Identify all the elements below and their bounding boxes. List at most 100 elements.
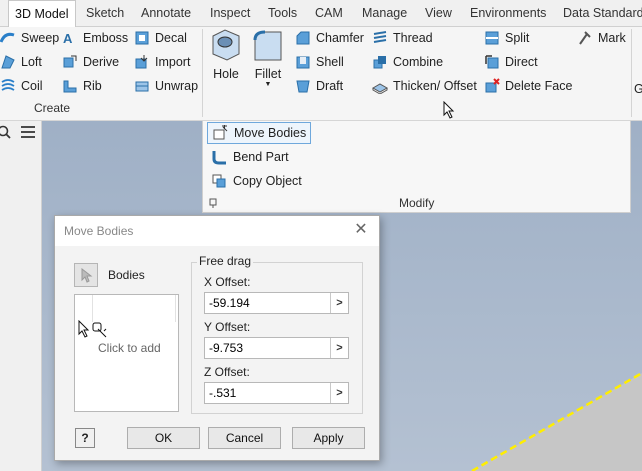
combine-button[interactable]: Combine: [372, 52, 443, 72]
tab-inspect[interactable]: Inspect: [210, 0, 250, 27]
sweep-button[interactable]: Sweep: [0, 28, 59, 48]
model-browser-strip: [0, 121, 42, 471]
derive-label: Derive: [83, 55, 120, 69]
fillet-dropdown-icon[interactable]: ▼: [251, 81, 285, 89]
chamfer-button[interactable]: Chamfer: [295, 28, 364, 48]
thread-icon: [373, 31, 387, 43]
split-button[interactable]: Split: [484, 28, 529, 48]
bend-part-item[interactable]: Bend Part: [207, 146, 293, 168]
coil-button[interactable]: Coil: [0, 76, 43, 96]
tab-tools[interactable]: Tools: [268, 0, 297, 27]
bodies-select-button[interactable]: [74, 263, 98, 287]
delete-face-button[interactable]: Delete Face: [484, 76, 572, 96]
y-offset-field[interactable]: >: [204, 337, 349, 359]
sweep-label: Sweep: [21, 31, 60, 45]
create-panel-title: Create: [34, 101, 71, 115]
bodies-label: Bodies: [108, 268, 145, 282]
decal-icon: [135, 31, 149, 45]
mouse-cursor-icon: [443, 101, 455, 119]
shell-icon: [296, 56, 310, 69]
fillet-icon: [253, 30, 282, 61]
bend-part-icon: [212, 151, 226, 165]
unwrap-label: Unwrap: [155, 79, 199, 93]
draft-button[interactable]: Draft: [295, 76, 343, 96]
tab-view[interactable]: View: [425, 0, 452, 27]
shell-label: Shell: [316, 55, 344, 69]
cancel-button[interactable]: Cancel: [208, 427, 281, 449]
ribbon-tab-bar: 3D Model Sketch Annotate Inspect Tools C…: [0, 0, 642, 28]
mark-button[interactable]: Mark: [577, 28, 626, 48]
shell-button[interactable]: Shell: [295, 52, 344, 72]
tab-cam[interactable]: CAM: [315, 0, 343, 27]
hole-icon: [212, 29, 240, 61]
x-offset-field[interactable]: >: [204, 292, 349, 314]
tab-annotate[interactable]: Annotate: [141, 0, 191, 27]
fillet-label: Fillet: [254, 67, 282, 81]
rib-icon: [63, 80, 77, 93]
search-icon[interactable]: [0, 125, 11, 139]
tab-3d-model[interactable]: 3D Model: [8, 0, 76, 28]
panel-divider-right: [631, 29, 632, 117]
dialog-title-bar[interactable]: Move Bodies ✕: [55, 216, 379, 246]
tab-environments[interactable]: Environments: [470, 0, 546, 27]
thicken-offset-label: Thicken/ Offset: [393, 79, 477, 93]
draft-label: Draft: [316, 79, 344, 93]
hole-button[interactable]: Hole: [207, 28, 245, 84]
derive-button[interactable]: Derive: [62, 52, 119, 72]
split-icon: [485, 31, 499, 45]
combine-label: Combine: [393, 55, 444, 69]
move-bodies-item[interactable]: Move Bodies: [207, 122, 312, 144]
y-offset-input[interactable]: [205, 338, 329, 358]
pin-icon[interactable]: [207, 197, 219, 209]
menu-icon[interactable]: [20, 126, 36, 138]
z-offset-input[interactable]: [205, 383, 329, 403]
direct-button[interactable]: Direct: [484, 52, 538, 72]
loft-button[interactable]: Loft: [0, 52, 42, 72]
thread-button[interactable]: Thread: [372, 28, 433, 48]
modify-panel-title: Modify: [399, 196, 435, 210]
import-label: Import: [155, 55, 191, 69]
move-bodies-label: Move Bodies: [234, 126, 307, 140]
import-button[interactable]: Import: [134, 52, 190, 72]
z-offset-label: Z Offset:: [204, 365, 250, 379]
copy-object-label: Copy Object: [233, 174, 302, 188]
import-icon: [135, 55, 148, 69]
z-offset-arrow-button[interactable]: >: [330, 383, 348, 403]
loft-label: Loft: [21, 55, 42, 69]
draft-icon: [296, 80, 310, 93]
unwrap-button[interactable]: Unwrap: [134, 76, 198, 96]
tab-sketch[interactable]: Sketch: [86, 0, 124, 27]
mark-icon: [579, 31, 591, 45]
ok-button[interactable]: OK: [127, 427, 200, 449]
copy-object-item[interactable]: Copy Object: [207, 170, 306, 192]
close-icon[interactable]: ✕: [352, 221, 370, 239]
help-button[interactable]: ?: [75, 428, 95, 448]
svg-text:A: A: [63, 31, 73, 46]
tab-manage[interactable]: Manage: [362, 0, 407, 27]
direct-label: Direct: [505, 55, 538, 69]
thread-label: Thread: [393, 31, 433, 45]
tab-data-standard[interactable]: Data Standard: [563, 0, 642, 27]
z-offset-field[interactable]: >: [204, 382, 349, 404]
emboss-label: Emboss: [83, 31, 129, 45]
rib-label: Rib: [83, 79, 102, 93]
unwrap-icon: [135, 81, 149, 92]
select-bodies-cursor-icon: [78, 320, 107, 338]
bodies-selection-list[interactable]: Click to add: [74, 294, 179, 412]
emboss-button[interactable]: A Emboss: [62, 28, 128, 48]
decal-button[interactable]: Decal: [134, 28, 187, 48]
free-drag-group-title: Free drag: [197, 254, 254, 268]
x-offset-input[interactable]: [205, 293, 329, 313]
move-bodies-dialog: Move Bodies ✕ Bodies Click to add Free d…: [54, 215, 380, 461]
list-divider: [175, 295, 176, 322]
x-offset-arrow-button[interactable]: >: [330, 293, 348, 313]
overflow-panel-letter: G: [634, 82, 642, 96]
loft-icon: [1, 55, 15, 69]
click-to-add-hint: Click to add: [98, 341, 161, 355]
y-offset-arrow-button[interactable]: >: [330, 338, 348, 358]
rib-button[interactable]: Rib: [62, 76, 102, 96]
select-arrow-icon: [81, 268, 93, 283]
thicken-offset-button[interactable]: Thicken/ Offset: [372, 76, 477, 96]
fillet-button[interactable]: Fillet ▼: [251, 28, 285, 92]
apply-button[interactable]: Apply: [292, 427, 365, 449]
